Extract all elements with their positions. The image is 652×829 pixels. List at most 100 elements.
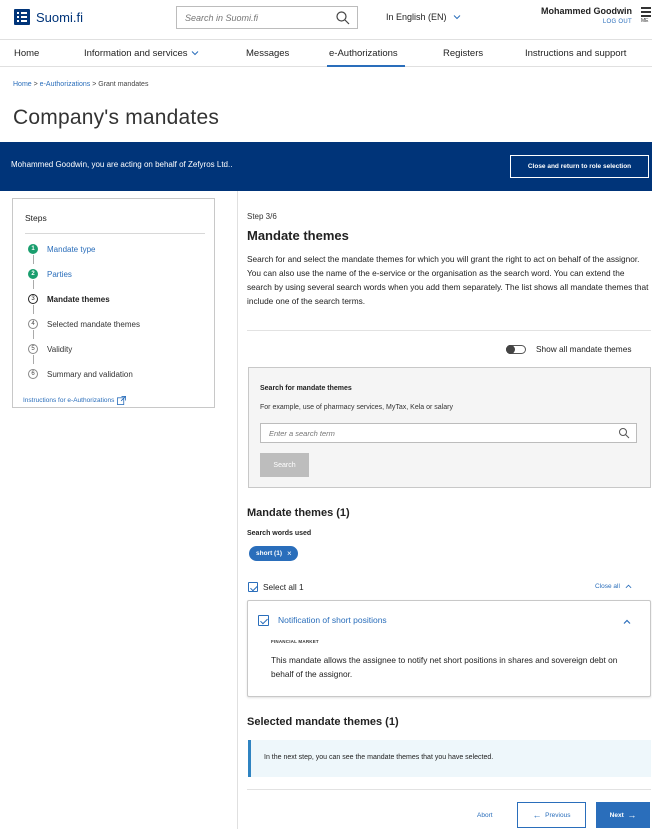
step-number: 4 — [28, 319, 38, 329]
mandate-theme-category: FINANCIAL MARKET — [271, 639, 319, 644]
nav-item-label: Information and services — [84, 48, 188, 59]
mandate-theme-title[interactable]: Notification of short positions — [278, 615, 387, 625]
step-label: Selected mandate themes — [47, 319, 140, 329]
main-nav: Home Information and services Messages e… — [0, 39, 652, 67]
site-search — [176, 6, 358, 29]
menu-button[interactable]: ME — [641, 7, 651, 24]
show-all-toggle[interactable]: Show all mandate themes — [506, 344, 631, 354]
instructions-link-label: Instructions for e-Authorizations — [23, 397, 115, 404]
site-search-input[interactable] — [177, 7, 327, 28]
divider — [247, 330, 651, 331]
search-button[interactable]: Search — [260, 453, 309, 477]
checkbox-checked-icon[interactable] — [258, 615, 269, 626]
nav-information-and-services[interactable]: Information and services — [84, 48, 199, 59]
step-mandate-type[interactable]: 1 Mandate type — [28, 244, 95, 254]
next-label: Next — [609, 811, 624, 819]
language-selector[interactable]: In English (EN) — [386, 12, 461, 22]
search-panel-hint: For example, use of pharmacy services, M… — [260, 404, 453, 411]
hamburger-icon — [641, 7, 651, 17]
user-info: Mohammed Goodwin LOG OUT — [528, 6, 632, 25]
search-field — [260, 423, 637, 443]
step-selected-mandate-themes: 4 Selected mandate themes — [28, 319, 140, 329]
search-icon[interactable] — [618, 427, 630, 439]
chevron-down-icon — [191, 51, 198, 56]
steps-panel: Steps 1 Mandate type 2 Parties 3 Mandate… — [12, 198, 215, 408]
toggle-switch[interactable] — [506, 344, 526, 354]
instructions-link[interactable]: Instructions for e-Authorizations — [23, 396, 127, 405]
divider — [237, 191, 238, 829]
logo-text: Suomi.fi — [36, 9, 83, 25]
search-words-label: Search words used — [247, 530, 312, 537]
step-label: Mandate themes — [47, 294, 110, 304]
nav-instructions-and-support[interactable]: Instructions and support — [525, 48, 626, 59]
chevron-down-icon — [453, 15, 460, 20]
user-name: Mohammed Goodwin — [541, 6, 632, 16]
previous-label: Previous — [545, 811, 571, 819]
section-heading: Mandate themes — [247, 228, 349, 243]
previous-button[interactable]: ← Previous — [517, 802, 586, 828]
search-icon[interactable] — [335, 10, 351, 26]
next-button[interactable]: Next → — [596, 802, 650, 828]
step-number: 3 — [28, 294, 38, 304]
breadcrumb-separator: > — [31, 81, 40, 88]
step-connector — [33, 280, 34, 289]
banner-text: Mohammed Goodwin, you are acting on beha… — [11, 160, 233, 169]
section-description: Search for and select the mandate themes… — [247, 254, 649, 306]
step-connector — [33, 355, 34, 364]
logout-link[interactable]: LOG OUT — [528, 19, 632, 25]
acting-on-behalf-banner: Mohammed Goodwin, you are acting on beha… — [0, 142, 652, 191]
step-number: 5 — [28, 344, 38, 354]
abort-link[interactable]: Abort — [477, 812, 493, 819]
nav-registers[interactable]: Registers — [443, 48, 483, 59]
page-title: Company's mandates — [13, 106, 220, 129]
mandate-search-input[interactable] — [261, 424, 601, 442]
arrow-right-icon: → — [627, 810, 637, 820]
divider — [247, 789, 651, 790]
step-indicator: Step 3/6 — [247, 212, 277, 221]
chip-label: short (1) — [256, 550, 282, 557]
step-number: 6 — [28, 369, 38, 379]
step-label: Mandate type — [47, 244, 96, 254]
breadcrumb-current: Grant mandates — [98, 81, 149, 88]
step-summary-and-validation: 6 Summary and validation — [28, 369, 133, 379]
toggle-label: Show all mandate themes — [536, 344, 632, 354]
breadcrumb: Home > e-Authorizations > Grant mandates — [13, 81, 148, 88]
info-notice-text: In the next step, you can see the mandat… — [264, 754, 494, 761]
chevron-up-icon[interactable] — [623, 618, 631, 626]
menu-label: ME — [641, 18, 649, 24]
search-word-chip[interactable]: short (1) × — [249, 546, 298, 561]
selected-themes-heading: Selected mandate themes (1) — [247, 716, 399, 728]
step-validity: 5 Validity — [28, 344, 72, 354]
close-all-label: Close all — [595, 583, 620, 590]
step-connector — [33, 330, 34, 339]
mandate-search-panel: Search for mandate themes For example, u… — [248, 367, 651, 488]
breadcrumb-home[interactable]: Home — [13, 81, 32, 88]
divider — [25, 233, 205, 234]
checkbox-checked-icon[interactable] — [248, 582, 258, 592]
step-label: Summary and validation — [47, 369, 133, 379]
step-label: Parties — [47, 269, 72, 279]
arrow-left-icon: ← — [532, 810, 542, 820]
toggle-knob — [506, 344, 515, 354]
active-tab-indicator — [327, 65, 405, 67]
nav-messages[interactable]: Messages — [246, 48, 289, 59]
steps-title: Steps — [25, 213, 47, 223]
step-label: Validity — [47, 344, 73, 354]
mandate-theme-description: This mandate allows the assignee to noti… — [271, 655, 618, 679]
nav-e-authorizations[interactable]: e-Authorizations — [329, 48, 398, 59]
close-all-button[interactable]: Close all — [595, 583, 632, 590]
external-link-icon — [117, 396, 127, 405]
breadcrumb-e-authorizations[interactable]: e-Authorizations — [40, 81, 91, 88]
step-mandate-themes: 3 Mandate themes — [28, 294, 110, 304]
step-parties[interactable]: 2 Parties — [28, 269, 72, 279]
close-icon[interactable]: × — [287, 549, 292, 558]
results-heading: Mandate themes (1) — [247, 507, 350, 519]
top-header: Suomi.fi In English (EN) Mohammed Goodwi… — [0, 0, 652, 34]
info-notice: In the next step, you can see the mandat… — [248, 740, 651, 777]
step-connector — [33, 255, 34, 264]
step-number: 1 — [28, 244, 38, 254]
nav-home[interactable]: Home — [14, 48, 39, 59]
select-all-checkbox[interactable]: Select all 1 — [248, 582, 304, 592]
close-and-return-button[interactable]: Close and return to role selection — [510, 155, 649, 178]
suomi-logo[interactable]: Suomi.fi — [14, 9, 83, 25]
